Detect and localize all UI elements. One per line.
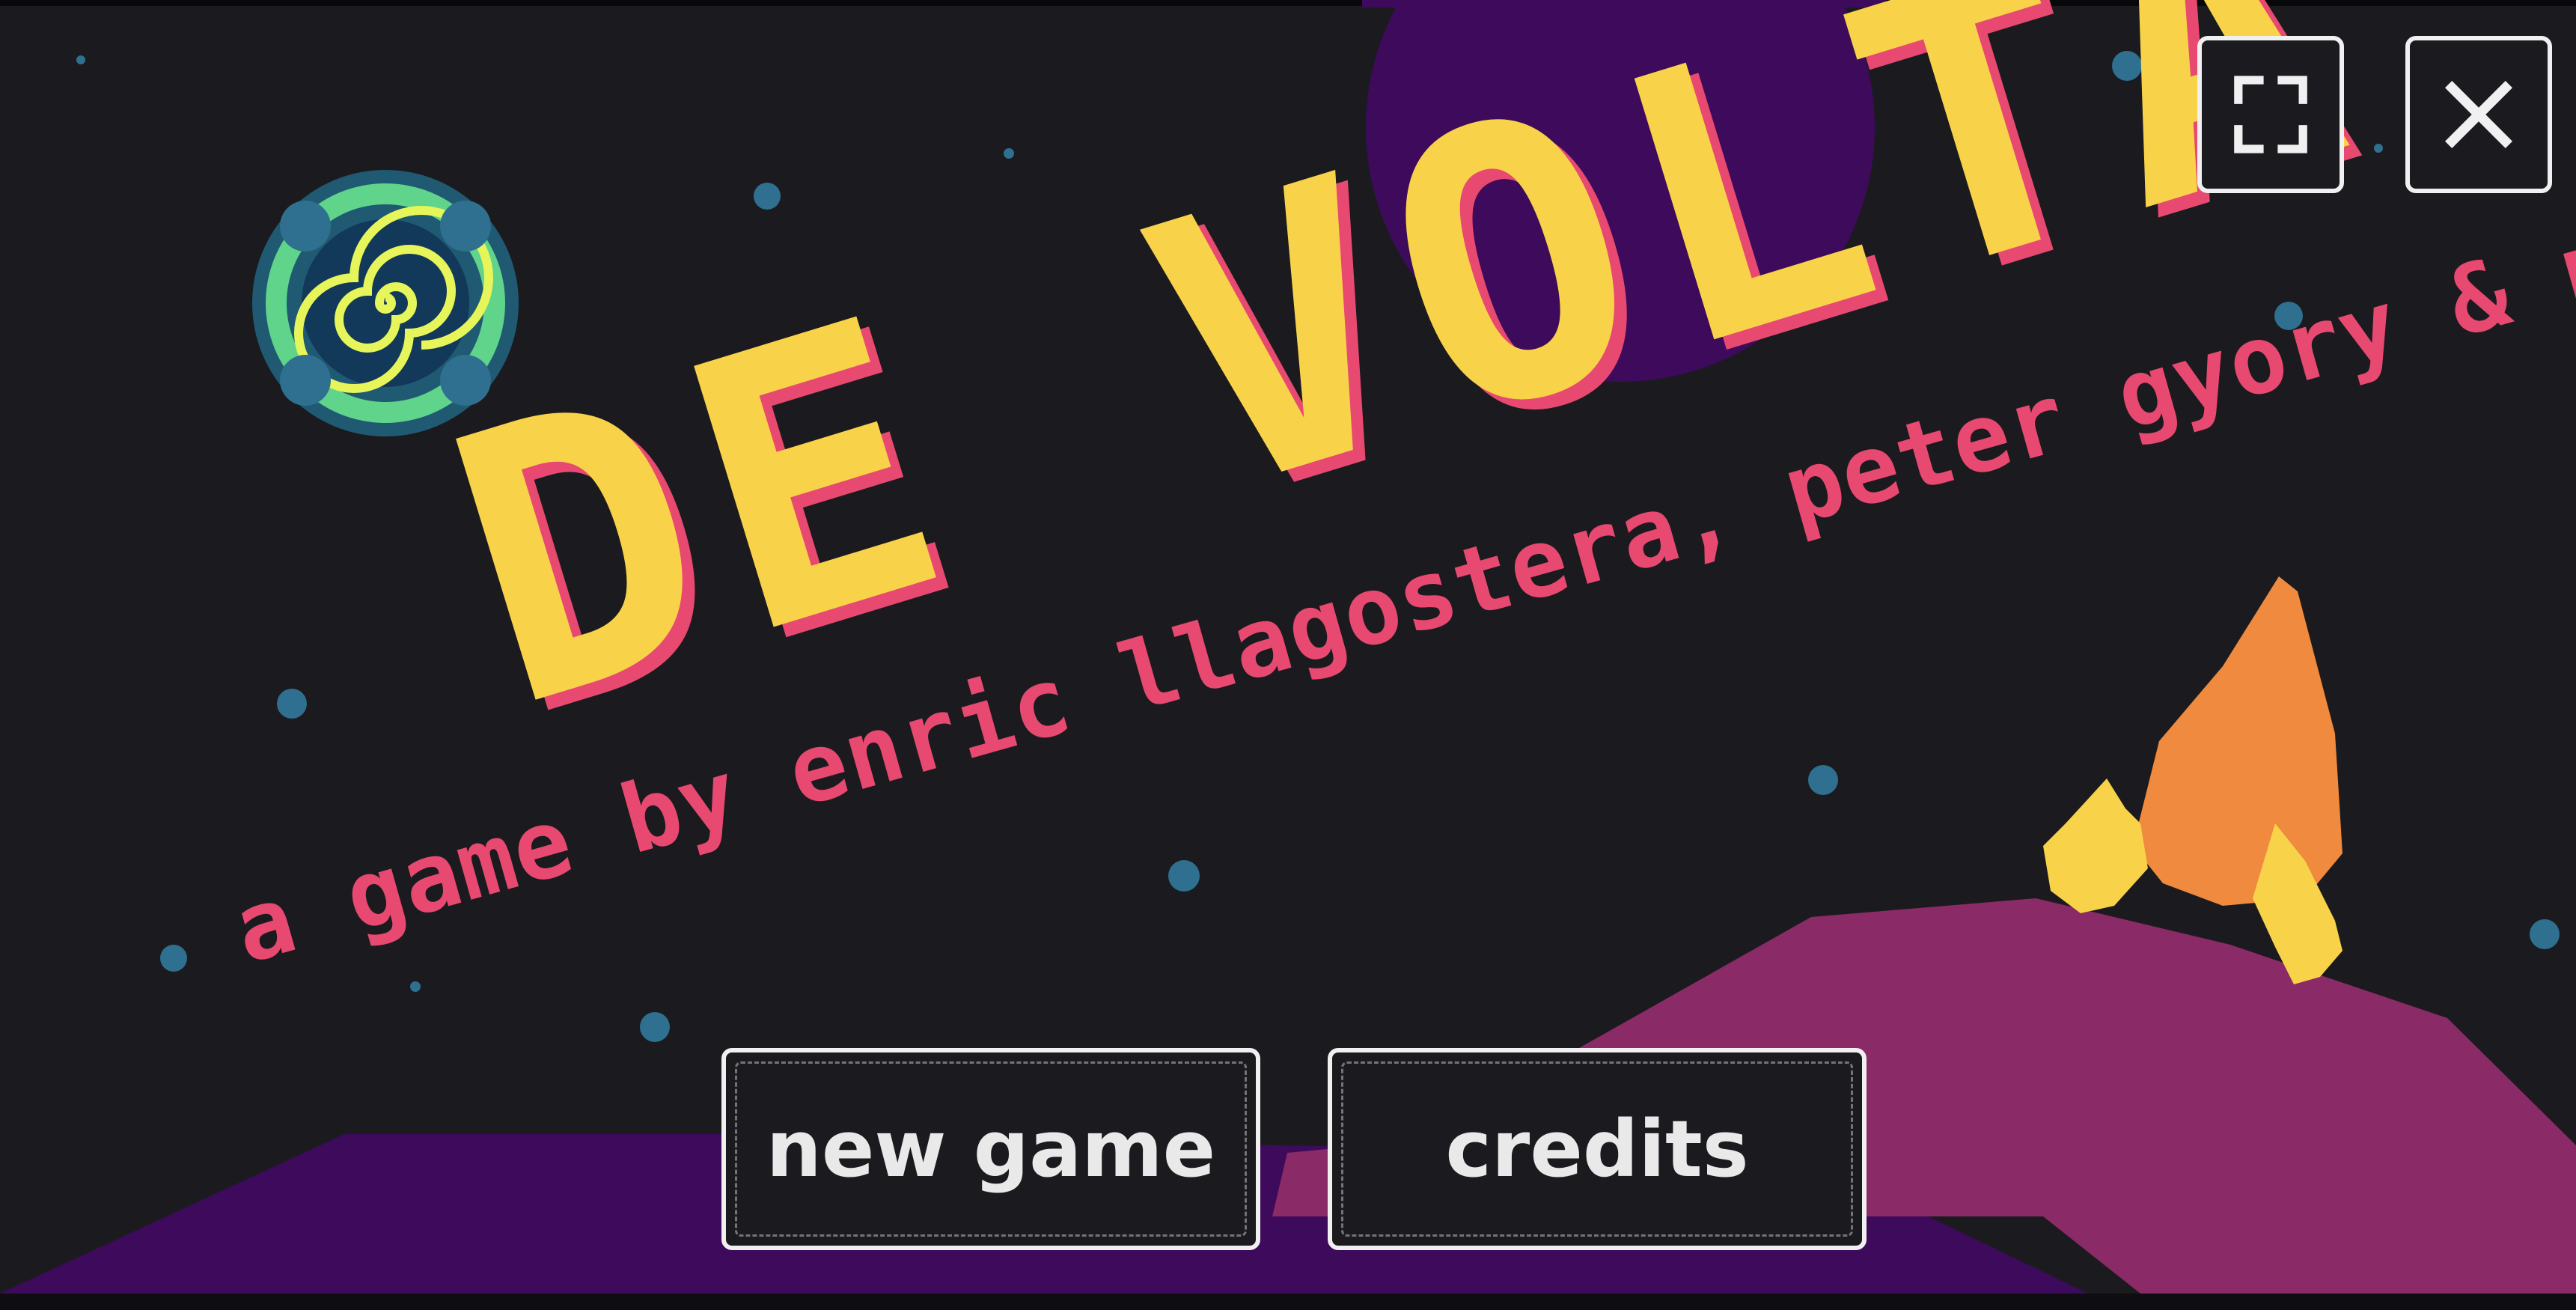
fullscreen-icon [2234, 76, 2307, 153]
rocket-icon [2043, 576, 2342, 984]
credits-button[interactable]: credits [1328, 1048, 1867, 1250]
credits-label: credits [1445, 1103, 1749, 1195]
close-icon [2444, 80, 2513, 149]
new-game-button[interactable]: new game [721, 1048, 1260, 1250]
close-button[interactable] [2405, 36, 2552, 193]
new-game-label: new game [766, 1103, 1216, 1195]
game-screen: DE VOLTA a game by enric llagostera, pet… [0, 0, 2576, 1310]
fullscreen-button[interactable] [2197, 36, 2344, 193]
